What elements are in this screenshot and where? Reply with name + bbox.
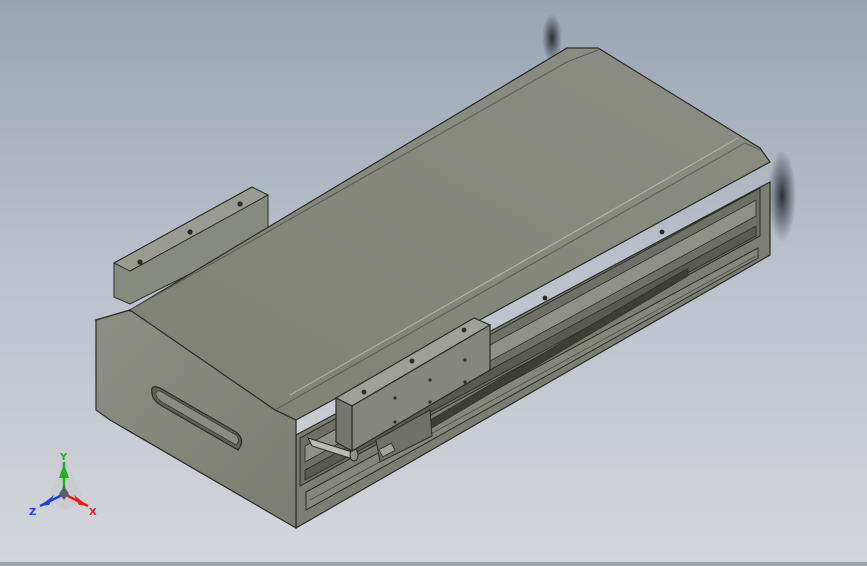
bracket-hole xyxy=(237,201,243,207)
z-axis-label: Z xyxy=(29,507,36,518)
carriage-block-end xyxy=(335,397,353,453)
x-axis-label: X xyxy=(89,507,97,518)
linear-actuator-model[interactable] xyxy=(0,0,867,562)
motor-shadow-right xyxy=(768,150,796,242)
y-axis-label: Y xyxy=(59,452,68,463)
bracket-hole xyxy=(187,229,193,235)
axis-triad: Y X Z xyxy=(29,452,97,518)
3d-graphics-viewport[interactable]: Y X Z xyxy=(0,0,867,562)
bracket-hole xyxy=(137,259,143,265)
